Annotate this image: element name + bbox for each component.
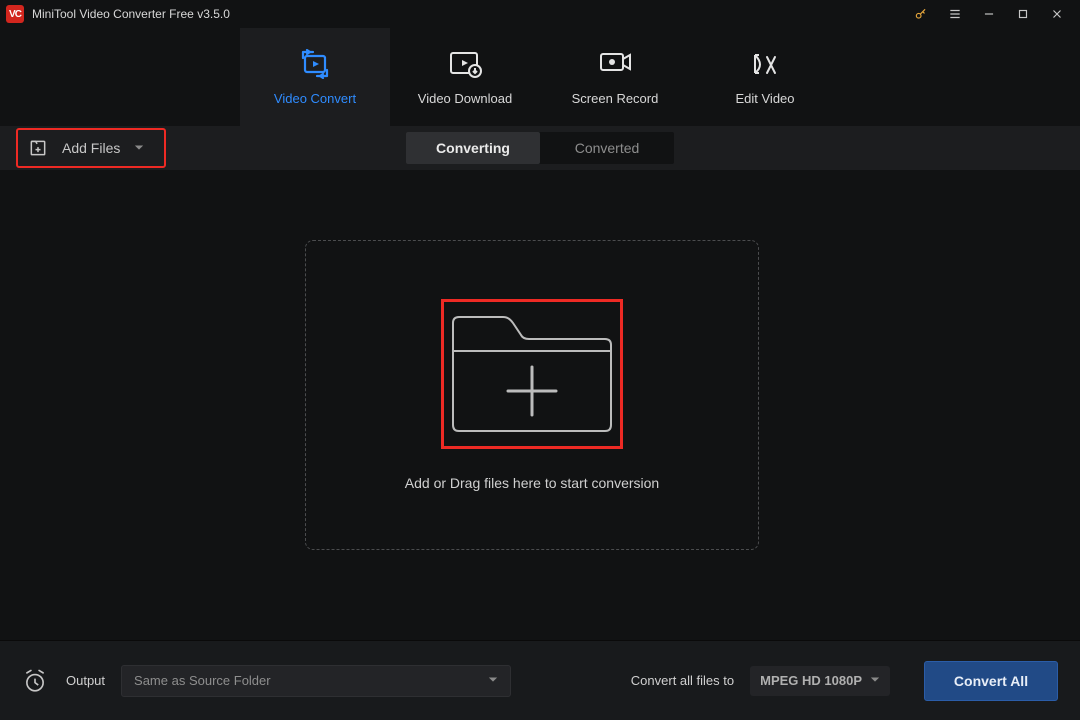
tab-label: Video Convert (274, 91, 356, 106)
schedule-icon[interactable] (22, 668, 48, 694)
chevron-down-icon (870, 673, 880, 688)
toolbar: Add Files Converting Converted (0, 126, 1080, 170)
tab-edit-video[interactable]: Edit Video (690, 28, 840, 126)
output-label: Output (66, 673, 105, 688)
edit-video-icon (746, 49, 784, 79)
screen-record-icon (596, 49, 634, 79)
app-title: MiniTool Video Converter Free v3.5.0 (32, 7, 230, 21)
tab-converted[interactable]: Converted (540, 132, 674, 164)
tab-video-convert[interactable]: Video Convert (240, 28, 390, 126)
tab-converting[interactable]: Converting (406, 132, 540, 164)
main-nav: Video Convert Video Download (0, 28, 1080, 126)
tab-screen-record[interactable]: Screen Record (540, 28, 690, 126)
add-files-button[interactable]: Add Files (16, 128, 166, 168)
convert-all-button[interactable]: Convert All (924, 661, 1058, 701)
output-format-select[interactable]: MPEG HD 1080P (750, 666, 890, 696)
status-toggle: Converting Converted (406, 132, 674, 164)
tab-label: Video Download (418, 91, 512, 106)
drop-hint-text: Add or Drag files here to start conversi… (405, 475, 659, 491)
output-format-value: MPEG HD 1080P (760, 673, 862, 688)
tab-video-download[interactable]: Video Download (390, 28, 540, 126)
add-files-label: Add Files (62, 140, 120, 156)
convert-all-to-label: Convert all files to (631, 673, 734, 688)
minimize-icon[interactable] (972, 0, 1006, 28)
app-logo-icon: VC (6, 5, 24, 23)
output-folder-value: Same as Source Folder (134, 673, 271, 688)
tab-label: Edit Video (735, 91, 794, 106)
drop-zone[interactable]: Add or Drag files here to start conversi… (305, 240, 759, 550)
bottom-bar: Output Same as Source Folder Convert all… (0, 640, 1080, 720)
add-folder-highlight[interactable] (441, 299, 623, 449)
titlebar: VC MiniTool Video Converter Free v3.5.0 (0, 0, 1080, 28)
chevron-down-icon (488, 673, 498, 688)
video-download-icon (446, 49, 484, 79)
add-file-icon (28, 138, 48, 158)
maximize-icon[interactable] (1006, 0, 1040, 28)
menu-icon[interactable] (938, 0, 972, 28)
close-icon[interactable] (1040, 0, 1074, 28)
video-convert-icon (296, 49, 334, 79)
main-area: Add or Drag files here to start conversi… (0, 170, 1080, 640)
app-window: VC MiniTool Video Converter Free v3.5.0 (0, 0, 1080, 720)
output-folder-select[interactable]: Same as Source Folder (121, 665, 511, 697)
upgrade-key-icon[interactable] (904, 0, 938, 28)
folder-plus-icon (447, 309, 617, 439)
chevron-down-icon (134, 140, 144, 156)
tab-label: Screen Record (572, 91, 659, 106)
